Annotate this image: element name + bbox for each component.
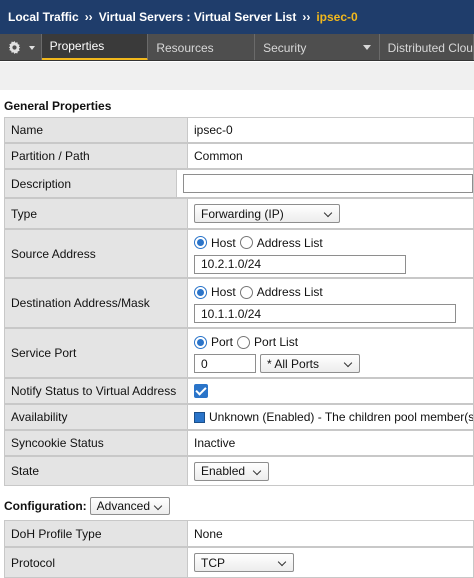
source-host-radio-label: Host	[211, 235, 236, 250]
row-protocol: Protocol TCP	[4, 547, 474, 578]
state-select-value: Enabled	[201, 464, 246, 478]
service-port-select[interactable]: * All Ports	[260, 354, 360, 373]
breadcrumb-separator: ››	[84, 10, 93, 24]
name-label: Name	[4, 117, 187, 143]
row-notify-status: Notify Status to Virtual Address	[4, 378, 474, 404]
destination-address-list-radio-label: Address List	[256, 285, 323, 299]
service-port-input[interactable]: 0	[194, 354, 256, 373]
chevron-down-icon	[277, 557, 287, 567]
destination-address-input[interactable]: 10.1.1.0/24	[194, 304, 456, 323]
row-name: Name ipsec-0	[4, 117, 474, 143]
source-address-list-radio-label: Address List	[256, 235, 323, 250]
description-label: Description	[4, 169, 176, 198]
gear-icon	[8, 41, 21, 54]
name-value: ipsec-0	[194, 123, 233, 137]
chevron-down-icon	[252, 466, 262, 475]
service-port-list-radio-label: Port List	[254, 335, 299, 349]
source-address-input[interactable]: 10.2.1.0/24	[194, 254, 406, 274]
configuration-title: Configuration:	[4, 499, 87, 513]
status-square-icon	[194, 411, 205, 423]
configuration-header: Configuration: Advanced	[4, 497, 170, 515]
source-address-label: Source Address	[4, 229, 187, 278]
row-doh-profile-type: DoH Profile Type None	[4, 520, 474, 547]
chevron-down-icon	[29, 46, 35, 50]
configuration-mode-select[interactable]: Advanced	[89, 497, 170, 515]
row-partition: Partition / Path Common	[4, 143, 474, 169]
state-label: State	[4, 456, 187, 486]
type-select-value: Forwarding (IP)	[201, 206, 284, 221]
type-label: Type	[4, 198, 187, 229]
syncookie-status-label: Syncookie Status	[4, 430, 187, 456]
destination-host-radio-label: Host	[211, 285, 236, 299]
row-syncookie-status: Syncookie Status Inactive	[4, 430, 474, 456]
toolbar-strip	[0, 62, 474, 90]
row-service-port: Service Port Port Port List 0 * All Port…	[4, 328, 474, 378]
tab-bar: Properties Resources Security Distribute…	[0, 34, 474, 61]
destination-address-list-radio[interactable]	[239, 285, 253, 299]
breadcrumb: Local Traffic ›› Virtual Servers : Virtu…	[0, 0, 474, 34]
row-description: Description	[4, 169, 474, 198]
gear-menu-button[interactable]	[0, 34, 42, 60]
row-destination-address: Destination Address/Mask Host Address Li…	[4, 278, 474, 328]
row-availability: Availability Unknown (Enabled) - The chi…	[4, 404, 474, 430]
protocol-select[interactable]: TCP	[194, 553, 294, 572]
service-port-list-radio[interactable]	[237, 335, 251, 349]
service-port-radio-label: Port	[211, 335, 234, 349]
protocol-select-value: TCP	[201, 555, 225, 570]
breadcrumb-separator: ››	[302, 10, 311, 24]
availability-value: Unknown (Enabled) - The children pool me…	[209, 410, 474, 424]
destination-address-label: Destination Address/Mask	[4, 278, 187, 328]
row-type: Type Forwarding (IP)	[4, 198, 474, 229]
breadcrumb-local-traffic[interactable]: Local Traffic	[8, 10, 79, 24]
doh-profile-type-label: DoH Profile Type	[4, 520, 187, 547]
state-select[interactable]: Enabled	[194, 461, 269, 481]
syncookie-status-value: Inactive	[194, 436, 236, 450]
service-port-radio[interactable]	[194, 335, 207, 349]
breadcrumb-current: ipsec-0	[316, 10, 358, 24]
source-host-radio[interactable]	[194, 236, 207, 249]
service-port-label: Service Port	[4, 328, 187, 378]
destination-host-radio[interactable]	[194, 285, 207, 299]
chevron-down-icon	[153, 501, 162, 511]
tab-security-label: Security	[263, 40, 307, 55]
notify-status-label: Notify Status to Virtual Address	[4, 378, 187, 404]
tab-resources[interactable]: Resources	[148, 34, 256, 60]
availability-label: Availability	[4, 404, 187, 430]
configuration-mode-value: Advanced	[96, 499, 151, 513]
tab-security[interactable]: Security	[255, 34, 380, 60]
breadcrumb-virtual-server-list[interactable]: Virtual Servers : Virtual Server List	[99, 10, 297, 24]
service-port-select-value: * All Ports	[267, 356, 320, 371]
chevron-down-icon	[343, 358, 353, 368]
type-select[interactable]: Forwarding (IP)	[194, 204, 340, 223]
chevron-down-icon	[362, 45, 371, 50]
protocol-label: Protocol	[4, 547, 187, 578]
partition-label: Partition / Path	[4, 143, 187, 169]
chevron-down-icon	[323, 208, 333, 218]
partition-value: Common	[194, 149, 243, 163]
tab-distributed-cloud[interactable]: Distributed Clou	[380, 34, 474, 60]
doh-profile-type-value: None	[194, 526, 223, 541]
source-address-list-radio[interactable]	[239, 236, 253, 249]
row-source-address: Source Address Host Address List 10.2.1.…	[4, 229, 474, 278]
notify-status-checkbox[interactable]	[194, 384, 208, 398]
description-input[interactable]	[183, 174, 473, 193]
row-state: State Enabled	[4, 456, 474, 486]
tab-properties[interactable]: Properties	[41, 34, 149, 60]
general-properties-title: General Properties	[4, 99, 112, 113]
